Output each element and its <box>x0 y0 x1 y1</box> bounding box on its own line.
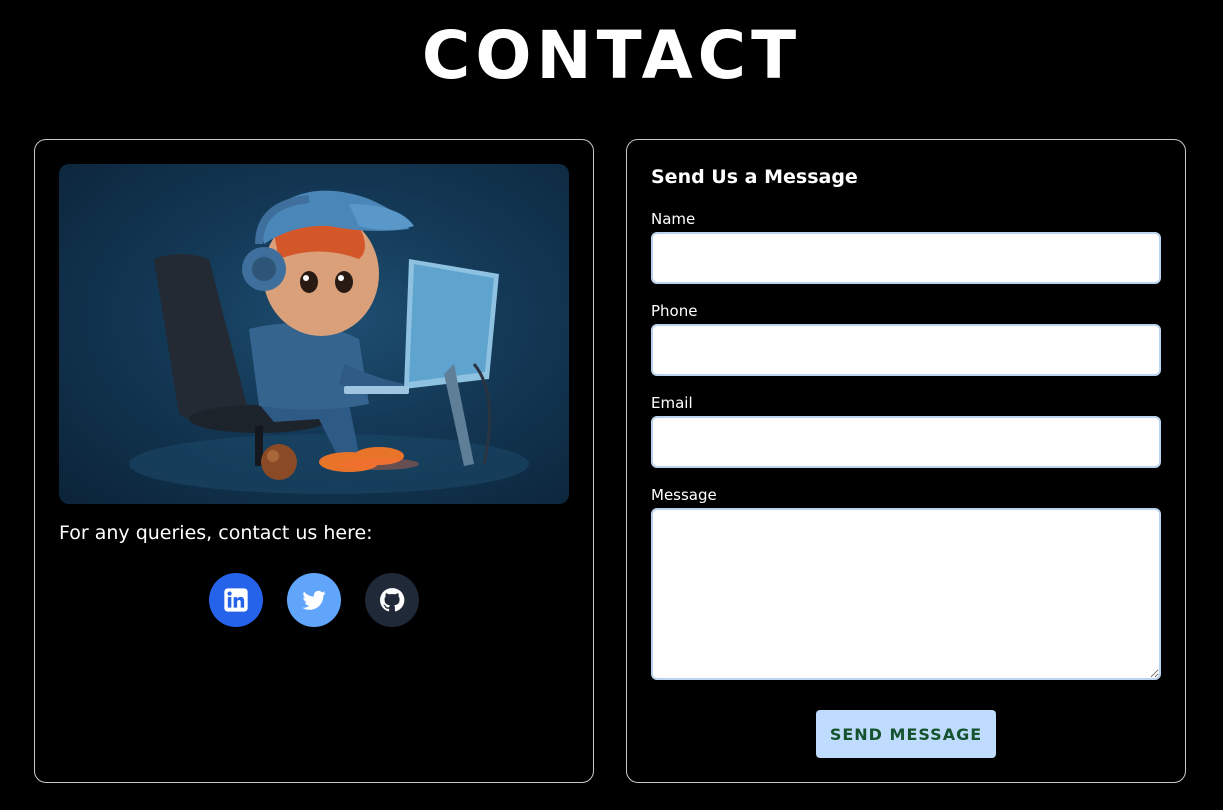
phone-input[interactable] <box>651 324 1161 376</box>
contact-prompt-text: For any queries, contact us here: <box>59 522 373 544</box>
social-links <box>209 573 419 627</box>
linkedin-link[interactable] <box>209 573 263 627</box>
boy-at-computer-illustration <box>59 164 569 504</box>
phone-label: Phone <box>651 302 698 320</box>
form-title: Send Us a Message <box>651 166 858 188</box>
page-title: CONTACT <box>421 17 802 94</box>
name-label: Name <box>651 210 696 228</box>
message-textarea[interactable] <box>651 508 1161 680</box>
email-label: Email <box>651 394 693 412</box>
email-input[interactable] <box>651 416 1161 468</box>
github-link[interactable] <box>365 573 419 627</box>
twitter-icon <box>302 590 326 610</box>
send-message-button[interactable]: SEND MESSAGE <box>816 710 996 758</box>
message-form-card: Send Us a Message Name Phone Email Messa… <box>626 139 1186 783</box>
contact-info-card: For any queries, contact us here: <box>34 139 594 783</box>
github-icon <box>380 588 405 612</box>
linkedin-icon <box>224 588 248 612</box>
name-input[interactable] <box>651 232 1161 284</box>
message-label: Message <box>651 486 717 504</box>
twitter-link[interactable] <box>287 573 341 627</box>
